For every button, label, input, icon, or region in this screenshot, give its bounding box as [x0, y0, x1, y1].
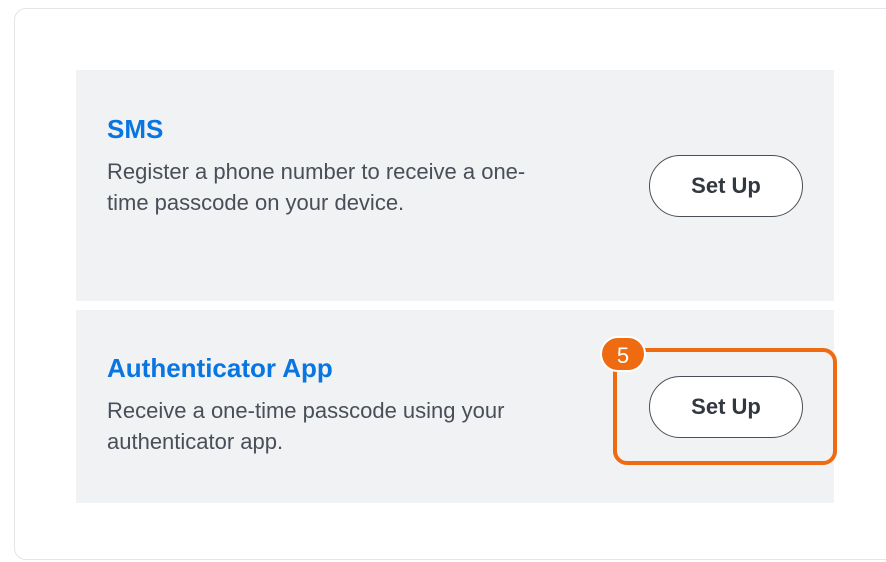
step-number-badge: 5 — [600, 336, 646, 372]
sms-setup-button[interactable]: Set Up — [649, 155, 803, 217]
sms-option-panel: SMS Register a phone number to receive a… — [76, 70, 834, 301]
authenticator-app-option-description: Receive a one-time passcode using your a… — [107, 398, 505, 454]
authenticator-app-option-panel: Authenticator App Receive a one-time pas… — [76, 310, 834, 503]
authenticator-app-setup-button[interactable]: Set Up — [649, 376, 803, 438]
authenticator-app-option-title: Authenticator App — [107, 353, 333, 383]
sms-option-description: Register a phone number to receive a one… — [107, 159, 526, 215]
sms-option-title: SMS — [107, 114, 164, 144]
